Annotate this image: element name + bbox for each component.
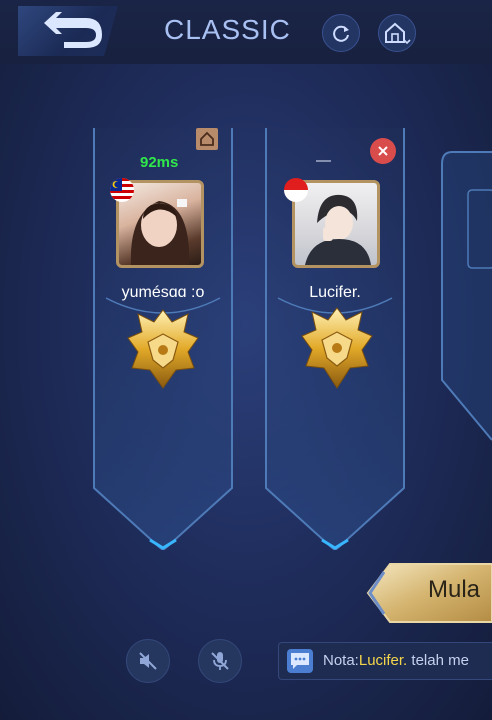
indonesia-flag-icon [284,178,308,202]
microphone-muted-icon [211,652,229,670]
start-button-label[interactable]: Mula [428,576,480,604]
rank-emblem-icon [301,307,373,389]
back-arrow-icon [44,12,102,48]
chat-prefix: Nota: [323,652,359,669]
mode-title: CLASSIC [164,14,291,45]
chat-notice-bar[interactable]: Nota:Lucifer. telah me [278,642,492,680]
home-dropdown-icon [385,22,411,45]
microphone-mute-button[interactable] [198,639,242,683]
refresh-button[interactable] [322,14,360,52]
home-dropdown-button[interactable] [378,14,416,52]
home-icon [200,131,214,146]
rank-emblem-icon [127,309,199,389]
avatar-image [305,194,371,265]
player-name: Lucifer. [309,284,361,301]
player-slot-2[interactable]: — Lucifer. [264,128,406,550]
ping-label: 92ms [140,154,179,171]
chat-bubble-icon[interactable] [287,649,313,673]
player-name: yumésɑɑ :o [121,284,205,301]
remove-player-button[interactable] [370,138,396,164]
player-slot-3-partial[interactable] [438,150,492,450]
malaysia-flag-icon [110,178,134,202]
speaker-muted-icon [139,652,157,670]
back-button[interactable] [18,6,118,56]
chat-player-name: Lucifer. [358,652,408,669]
close-icon [378,146,388,156]
speaker-mute-button[interactable] [126,639,170,683]
party-leader-badge [196,128,218,150]
chat-message: telah me [407,652,469,669]
ping-label: — [316,152,331,169]
refresh-icon [333,25,349,42]
chat-notice-text: Nota:Lucifer. telah me [323,652,469,669]
player-slot-1[interactable]: 92ms yumésɑɑ :o [92,128,234,550]
